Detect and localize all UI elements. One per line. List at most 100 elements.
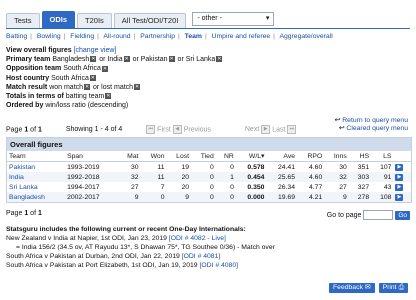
table-caption: Overall figures (7, 138, 411, 151)
team-link[interactable]: Bangladesh (7, 192, 66, 202)
table-row: Sri Lanka 1994-2017 27 7 20 0 0 0.350 26… (7, 182, 411, 192)
nav-separator: | (273, 33, 275, 40)
view-row-icon[interactable]: ▶ (395, 164, 404, 171)
first-page-link: First (157, 126, 171, 134)
first-page-icon: ⏮ (146, 125, 156, 134)
cell-rpo: 4.21 (297, 192, 325, 202)
page-total: 1 (37, 126, 42, 134)
col-span[interactable]: Span (65, 151, 119, 162)
remove-icon[interactable]: ✕ (101, 65, 108, 72)
match-line: South Africa v Pakistan at Port Elizabet… (6, 261, 410, 270)
tab-odis[interactable]: ODIs (41, 11, 76, 28)
team-link[interactable]: Sri Lanka (7, 182, 65, 192)
col-won[interactable]: Won (140, 151, 167, 162)
col-nr[interactable]: NR (215, 151, 236, 162)
col-ave[interactable]: Ave (266, 151, 297, 162)
team-name[interactable]: India (9, 174, 24, 181)
col-mat[interactable]: Mat (118, 151, 141, 162)
query-criteria: View overall figures [change view] Prima… (6, 46, 223, 110)
change-view-link[interactable]: [change view] (74, 47, 117, 54)
cell-ls: 107 (380, 163, 392, 171)
col-inns[interactable]: Inns (324, 151, 349, 162)
criteria-primary-team: Primary team Bangladesh ✕ or India ✕ or Pa… (6, 55, 223, 64)
next-page-link: Next (244, 126, 260, 134)
previous-page-link: Previous (183, 126, 211, 134)
nav-separator: | (63, 33, 66, 40)
cell-span: 1992-2018 (65, 172, 119, 182)
tab-divider (6, 28, 410, 29)
bottom-pager: Page 1 of 1 Go to page Go (6, 210, 410, 222)
col-lost[interactable]: Lost (166, 151, 192, 162)
cell-ls: 43 (383, 183, 392, 191)
other-format-select[interactable]: - other - ▾ (192, 12, 275, 26)
cell-nr: 1 (215, 172, 236, 182)
match-score-text: = India 156/2 (34.5 ov, AT Rayudu 13*, S… (16, 244, 275, 251)
nav-bowling[interactable]: Bowling (37, 33, 61, 40)
match-link[interactable]: [ODI # 4081] (182, 253, 221, 260)
nav-separator: | (178, 33, 180, 40)
nav-all-round[interactable]: All-round (103, 33, 130, 40)
match-text: South Africa v Pakistan at Port Elizabet… (6, 262, 198, 269)
team-name[interactable]: Sri Lanka (9, 184, 38, 191)
team-name[interactable]: Bangladesh (9, 194, 45, 201)
feedback-button[interactable]: Feedback ✉ (329, 283, 375, 293)
cell-lost: 19 (181, 163, 190, 171)
view-row-icon[interactable]: ▶ (395, 174, 404, 181)
match-link[interactable]: [ODI # 4080] (199, 262, 238, 269)
cell-rpo: 4.77 (309, 183, 323, 191)
team-link[interactable]: India (7, 172, 66, 182)
remove-icon[interactable]: ✕ (89, 74, 96, 81)
col-team[interactable]: Team (7, 151, 66, 162)
table-header-row: Team Span Mat Won Lost Tied NR W/L▾ Ave … (7, 151, 411, 162)
view-row-icon[interactable]: ▶ (395, 194, 404, 201)
nav-aggregate-overall[interactable]: Aggregate/overall (279, 33, 332, 40)
view-row-icon[interactable]: ▶ (395, 184, 404, 191)
remove-icon[interactable]: ✕ (123, 56, 130, 63)
return-to-query-link[interactable]: Return to query menu (342, 117, 408, 124)
remove-icon[interactable]: ✕ (134, 83, 141, 90)
team-link[interactable]: Pakistan (7, 162, 65, 173)
match-link[interactable]: [ODI # 4082 - Live] (169, 235, 226, 242)
col-rpo[interactable]: RPO (297, 151, 325, 162)
tab-tests[interactable]: Tests (6, 13, 40, 28)
col-ls[interactable]: LS (371, 151, 394, 162)
cell-ave: 25.65 (266, 172, 297, 182)
col-tied[interactable]: Tied (191, 151, 216, 162)
tab-all-formats[interactable]: All Test/ODI/T20I (113, 13, 187, 28)
arrow-icon: ↩ (334, 117, 341, 124)
nav-team[interactable]: Team (185, 33, 202, 40)
nav-umpire-referee[interactable]: Umpire and referee (212, 33, 271, 40)
cell-mat: 30 (130, 163, 139, 171)
team-name[interactable]: Pakistan (9, 164, 35, 171)
criteria-ordered: Ordered by win/loss ratio (descending) (6, 101, 223, 110)
remove-icon[interactable]: ✕ (90, 56, 97, 63)
goto-page-input[interactable] (363, 210, 394, 220)
cell-ls: 108 (371, 192, 394, 202)
cell-rpo: 4.60 (297, 172, 325, 182)
feedback-label: Feedback (333, 284, 363, 291)
remove-icon[interactable]: ✕ (84, 83, 91, 90)
cell-view: ▶ (393, 182, 411, 192)
primary-team-india: or India (99, 56, 123, 64)
print-button[interactable]: Print ⎙ (378, 283, 408, 293)
col-hs[interactable]: HS (348, 151, 372, 162)
tab-t20is[interactable]: T20Is (77, 13, 112, 28)
remove-icon[interactable]: ✕ (105, 93, 112, 100)
cell-tied: 0 (209, 183, 214, 191)
match-text: New Zealand v India at Napier, 1st ODI, … (6, 235, 167, 242)
next-page-icon: ▶ (261, 125, 271, 134)
of-label: of (30, 210, 37, 217)
go-button[interactable]: Go (395, 210, 410, 220)
nav-batting[interactable]: Batting (6, 33, 27, 40)
table-row: Bangladesh 2002-2017 9 0 9 0 0 0.000 19.… (7, 192, 411, 202)
cell-ls: 91 (371, 172, 394, 182)
nav-fielding[interactable]: Fielding (70, 33, 94, 40)
cell-mat: 9 (118, 192, 141, 202)
cell-nr: 0 (230, 163, 234, 171)
remove-icon[interactable]: ✕ (216, 56, 223, 63)
remove-icon[interactable]: ✕ (168, 56, 175, 63)
nav-partnership[interactable]: Partnership (140, 33, 175, 40)
cell-won: 11 (157, 163, 165, 171)
col-wl[interactable]: W/L▾ (235, 151, 267, 162)
cell-span: 1993-2019 (67, 163, 100, 171)
